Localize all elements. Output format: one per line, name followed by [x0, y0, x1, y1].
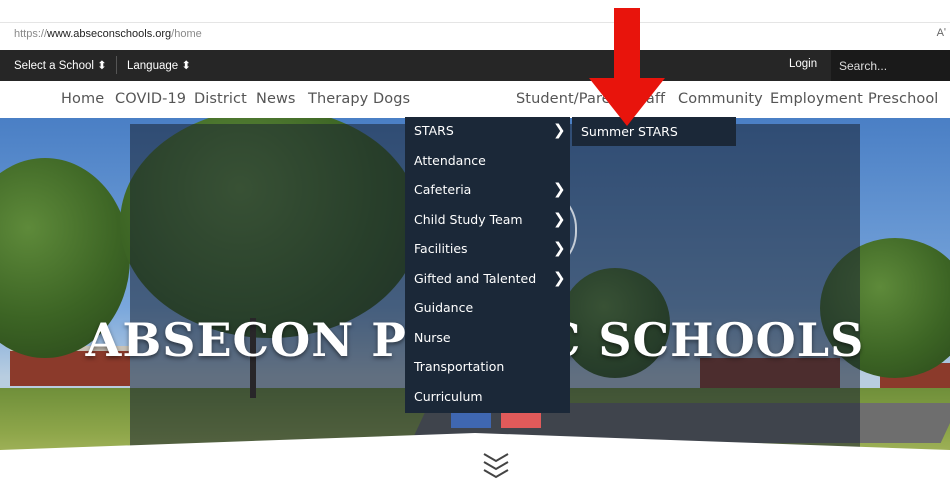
nav-home[interactable]: Home [61, 91, 104, 107]
menu-item-child-study-team[interactable]: Child Study Team ❯ [405, 206, 570, 236]
chevron-right-icon: ❯ [553, 180, 566, 198]
language-dropdown[interactable]: Language ⬍ [127, 58, 191, 72]
search-input[interactable] [831, 50, 949, 81]
url-host: www.abseconschools.org [47, 28, 172, 40]
menu-item-transportation[interactable]: Transportation [405, 353, 570, 383]
chevron-right-icon: ❯ [553, 239, 566, 257]
url-prefix: https:// [14, 28, 48, 40]
menu-item-label: Curriculum [414, 388, 483, 404]
menu-item-guidance[interactable]: Guidance [405, 294, 570, 324]
chevron-right-icon: ❯ [553, 121, 566, 139]
reader-mode-icon[interactable]: Aʹ [937, 27, 946, 39]
nav-news[interactable]: News [256, 91, 296, 107]
nav-district[interactable]: District [194, 91, 247, 107]
nav-employment[interactable]: Employment [770, 91, 863, 107]
menu-item-attendance[interactable]: Attendance [405, 147, 570, 177]
menu-item-label: Nurse [414, 329, 451, 345]
student-parent-staff-menu: STARS ❯ Attendance Cafeteria ❯ Child Study Te… [405, 117, 570, 413]
address-bar[interactable]: https://www.abseconschools.org/home Aʹ [0, 22, 950, 47]
main-nav: Home COVID-19 District News Therapy Dogs… [0, 82, 950, 118]
menu-item-nurse[interactable]: Nurse [405, 324, 570, 354]
chevron-right-icon: ❯ [553, 209, 566, 228]
nav-community[interactable]: Community [678, 91, 763, 107]
nav-preschool[interactable]: Preschool [868, 91, 938, 107]
menu-item-label: Guidance [414, 300, 474, 315]
menu-item-gifted-and-talented[interactable]: Gifted and Talented ❯ [405, 265, 570, 295]
nav-therapy-dogs[interactable]: Therapy Dogs [308, 91, 410, 107]
menu-item-label: Child Study Team [414, 211, 523, 227]
scroll-down-chevron-icon[interactable] [482, 450, 510, 480]
chevron-right-icon: ❯ [553, 268, 566, 287]
url-path: /home [171, 28, 202, 40]
menu-item-curriculum[interactable]: Curriculum [405, 383, 570, 413]
menu-item-label: Facilities [414, 241, 468, 256]
menu-item-cafeteria[interactable]: Cafeteria ❯ [405, 176, 570, 206]
url-text[interactable]: https://www.abseconschools.org/home [14, 28, 202, 40]
select-school-dropdown[interactable]: Select a School ⬍ [14, 58, 107, 72]
login-link[interactable]: Login [789, 58, 817, 70]
menu-item-label: Transportation [414, 359, 505, 374]
menu-item-stars[interactable]: STARS ❯ [405, 117, 570, 147]
annotation-arrow-icon [589, 8, 665, 126]
menu-item-facilities[interactable]: Facilities ❯ [405, 235, 570, 265]
menu-item-label: Cafeteria [414, 182, 472, 197]
divider [116, 56, 117, 74]
menu-item-label: Gifted and Talented [414, 270, 537, 286]
menu-item-label: STARS [414, 123, 454, 138]
utility-bar: Select a School ⬍ Language ⬍ Login [0, 50, 950, 81]
search-box [831, 50, 950, 81]
nav-covid-19[interactable]: COVID-19 [115, 91, 186, 107]
menu-item-label: Attendance [414, 152, 486, 168]
